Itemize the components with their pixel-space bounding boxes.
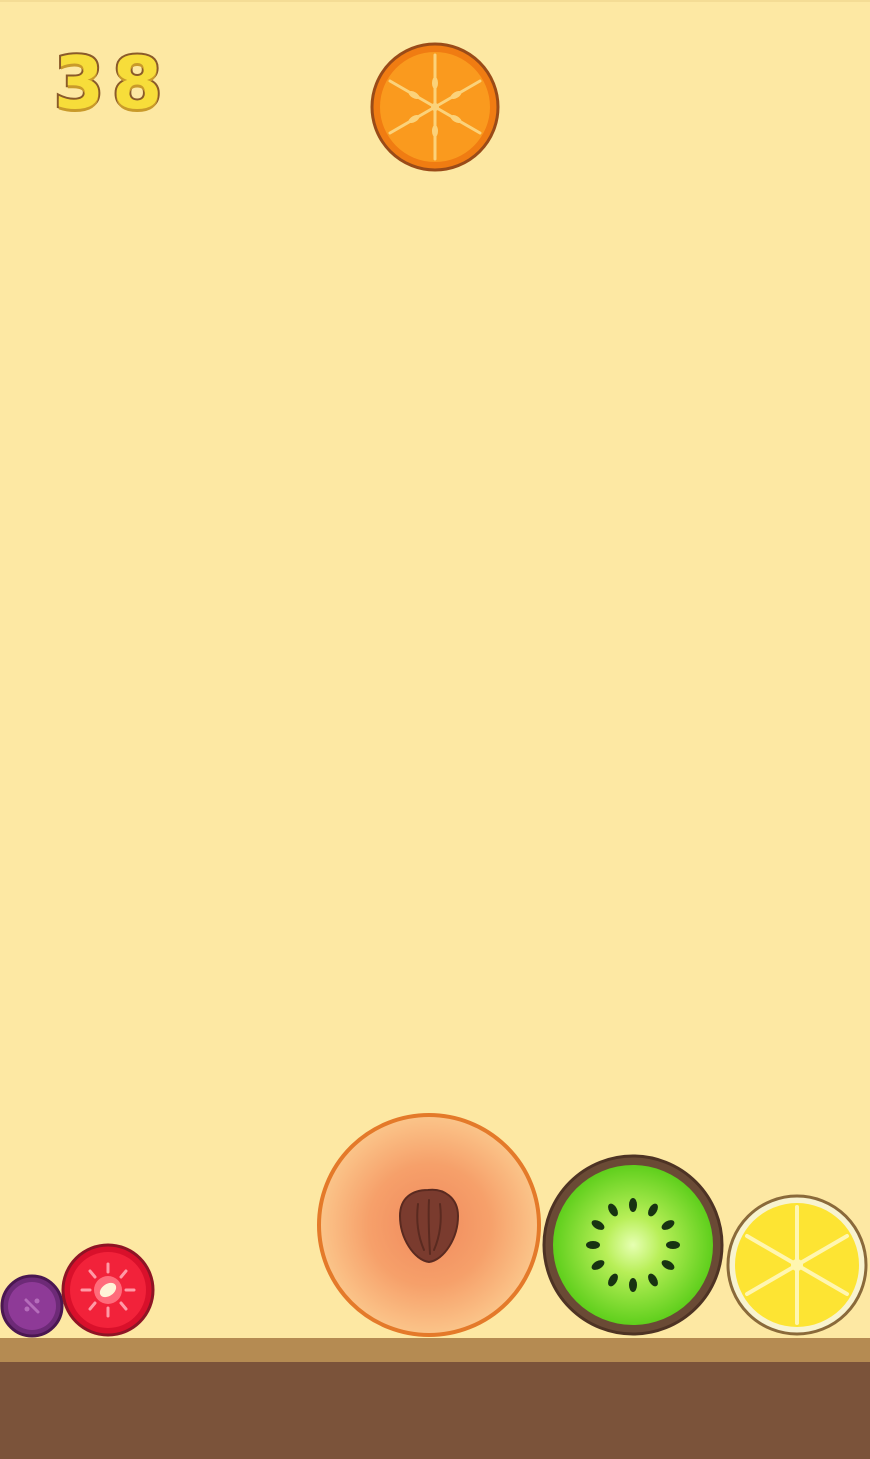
score-counter: 38 <box>52 39 171 127</box>
orange-fruit-dropping[interactable] <box>369 41 501 173</box>
peach-fruit[interactable] <box>316 1112 542 1338</box>
ground-floor <box>0 1362 870 1459</box>
cherry-fruit[interactable] <box>60 1242 156 1338</box>
ground-rim <box>0 1338 870 1362</box>
grape-fruit[interactable] <box>0 1274 64 1338</box>
game-board[interactable]: 38 <box>0 0 870 1459</box>
board-top-edge <box>0 0 870 2</box>
kiwi-fruit[interactable] <box>541 1153 725 1337</box>
lemon-fruit[interactable] <box>725 1193 869 1337</box>
